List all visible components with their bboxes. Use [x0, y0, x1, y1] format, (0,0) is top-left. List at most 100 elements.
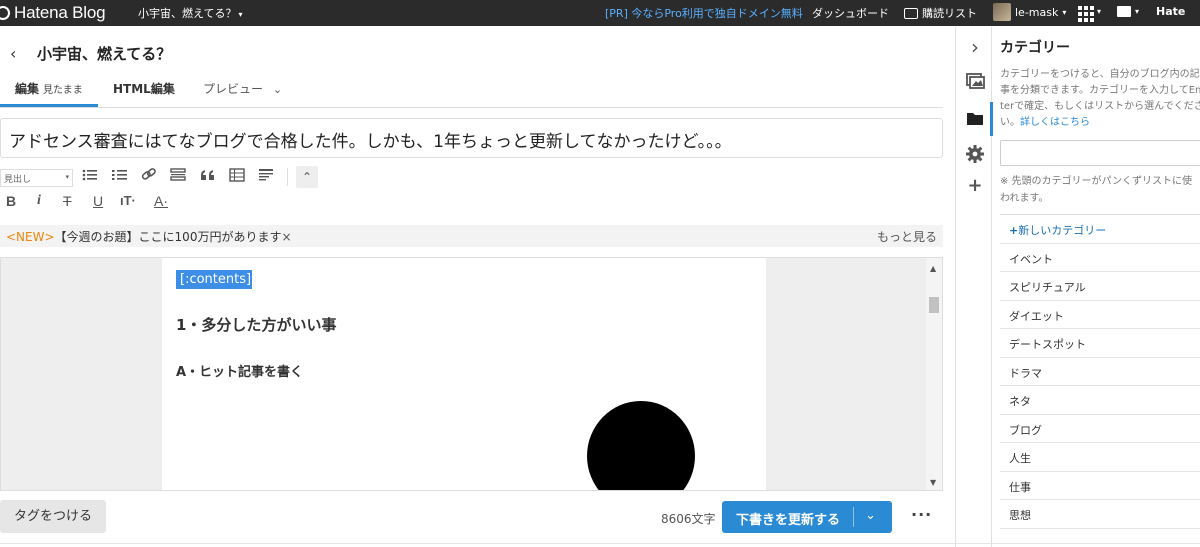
save-draft-button[interactable]: 下書きを更新する ⌄ [722, 501, 892, 533]
add-icon[interactable]: + [965, 175, 985, 196]
close-icon[interactable]: × [281, 230, 291, 244]
chevron-right-icon[interactable]: › [965, 35, 985, 59]
bold-button[interactable]: B [6, 193, 16, 209]
tab-edit[interactable]: 編集 見たまま [15, 80, 83, 97]
category-note: ※ 先頭のカテゴリーがパンくずリストに使 われます。 [1000, 173, 1192, 207]
apps-grid-icon[interactable] [1078, 6, 1094, 22]
editor-mode-tabs: 編集 見たまま HTML編集 プレビュー ⌄ [0, 76, 943, 108]
toolbar-divider [287, 168, 288, 186]
avatar [993, 3, 1011, 21]
notification-icon[interactable] [1117, 6, 1131, 17]
category-description: カテゴリーをつけると、自分のブログ内の記 事を分類できます。カテゴリーを入力して… [1000, 67, 1200, 131]
description-line: カテゴリーをつけると、自分のブログ内の記 [1000, 69, 1200, 80]
tab-edit-label: 編集 [15, 82, 40, 96]
add-tag-button[interactable]: タグをつける [0, 500, 106, 533]
category-input[interactable] [1000, 140, 1200, 166]
save-draft-label: 下書きを更新する [736, 513, 841, 528]
entry-title-input[interactable]: アドセンス審査にはてなブログで合格した件。しかも、1年ちょっと更新してなかったけ… [0, 118, 943, 158]
button-divider [853, 507, 854, 527]
collapse-toolbar-button[interactable]: ⌃ [296, 166, 318, 188]
topic-link[interactable]: 【今週のお題】ここに100万円があります [55, 230, 282, 244]
category-item[interactable]: デートスポット [1000, 329, 1200, 358]
description-line: 事を分類できます。カテゴリーを入力してEn [1000, 85, 1200, 96]
help-link[interactable]: 詳しくはこちら [1020, 117, 1090, 128]
dashboard-link[interactable]: ダッシュボード [812, 5, 889, 21]
footnote-icon[interactable] [258, 168, 274, 182]
numbered-list-icon[interactable] [112, 168, 128, 182]
pro-promo-link[interactable]: [PR] 今ならPro利用で独自ドメイン無料 [605, 5, 803, 21]
hatena-logo-icon [0, 6, 10, 20]
new-category-label: 新しいカテゴリー [1018, 224, 1107, 237]
weekly-topic-banner: <NEW>【今週のお題】ここに100万円があります× もっと見る [0, 225, 943, 247]
category-item[interactable]: ブログ [1000, 415, 1200, 443]
chevron-down-icon[interactable]: ⌄ [865, 508, 876, 523]
folder-icon[interactable] [965, 109, 985, 127]
category-item[interactable]: 人生 [1000, 443, 1200, 472]
logo-text: Hatena Blog [14, 3, 106, 22]
body-heading-1[interactable]: 1・多分した方がいい事 [176, 314, 336, 335]
category-item[interactable]: ドラマ [1000, 358, 1200, 386]
subscription-label: 購読リスト [922, 7, 977, 20]
italic-button[interactable]: i [37, 193, 41, 209]
more-break-icon[interactable] [170, 167, 186, 183]
category-list: +新しいカテゴリー イベント スピリチュアル ダイエット デートスポット ドラマ… [1000, 214, 1200, 529]
reader-icon [904, 7, 918, 19]
see-more-link[interactable]: もっと見る [877, 228, 937, 245]
category-item[interactable]: イベント [1000, 244, 1200, 272]
caret-down-icon: ▾ [1097, 7, 1102, 16]
editor-toolbar: 見出し ▾ ⌃ [0, 166, 940, 188]
embedded-image[interactable] [587, 401, 695, 490]
scroll-up-icon[interactable]: ▲ [930, 264, 936, 273]
more-options-button[interactable]: ··· [911, 505, 932, 524]
link-icon[interactable] [141, 167, 157, 183]
caret-down-icon: ▾ [238, 10, 243, 19]
heading-select[interactable]: 見出し ▾ [0, 169, 73, 187]
category-item[interactable]: 思想 [1000, 500, 1200, 529]
scroll-down-icon[interactable]: ▼ [930, 478, 936, 487]
category-item[interactable]: 仕事 [1000, 472, 1200, 500]
underline-button[interactable]: U [93, 193, 103, 209]
editor-scrollbar[interactable]: ▲ ▼ [926, 258, 942, 490]
font-size-button[interactable]: ıT· [120, 193, 136, 208]
tab-preview-label: プレビュー [203, 82, 264, 96]
caret-down-icon: ▾ [1135, 7, 1140, 16]
selected-contents-tag[interactable]: [:contents] [176, 270, 252, 289]
tab-preview[interactable]: プレビュー ⌄ [203, 80, 282, 97]
photo-icon[interactable] [965, 72, 985, 90]
bullet-list-icon[interactable] [82, 168, 98, 182]
category-item[interactable]: ネタ [1000, 386, 1200, 415]
user-menu[interactable]: le-mask ▾ [993, 3, 1066, 21]
chevron-down-icon: ⌄ [272, 83, 283, 96]
new-category-button[interactable]: +新しいカテゴリー [1000, 215, 1200, 244]
body-heading-2[interactable]: A・ヒット記事を書く [176, 361, 303, 380]
global-header: Hatena Blog 小宇宙、燃えてる？ ▾ [PR] 今ならPro利用で独自ド… [0, 0, 1200, 26]
hatena-blog-logo[interactable]: Hatena Blog [0, 0, 106, 26]
panel-title: カテゴリー [1000, 40, 1070, 56]
gear-icon[interactable] [965, 144, 985, 164]
description-line: terで確定、もしくはリストから選んでくださ [1000, 101, 1200, 112]
strikethrough-button[interactable]: T [63, 193, 72, 209]
tab-html[interactable]: HTML編集 [113, 80, 175, 97]
back-icon[interactable]: ‹ [10, 44, 16, 63]
category-panel: カテゴリー カテゴリーをつけると、自分のブログ内の記 事を分類できます。カテゴリ… [993, 27, 1200, 547]
page-title: 小宇宙、燃えてる？ [37, 45, 172, 63]
editor-page[interactable]: [:contents] 1・多分した方がいい事 A・ヒット記事を書く [162, 258, 766, 490]
sidebar-rail: › + [955, 27, 993, 547]
plus-icon: + [1009, 224, 1019, 237]
category-item[interactable]: ダイエット [1000, 301, 1200, 329]
heading-select-value: 見出し [4, 175, 32, 185]
category-item[interactable]: スピリチュアル [1000, 272, 1200, 301]
username: le-mask [1015, 5, 1059, 19]
table-icon[interactable] [229, 168, 245, 182]
blog-name-menu[interactable]: 小宇宙、燃えてる？ ▾ [138, 5, 242, 21]
subscription-list-link[interactable]: 購読リスト [904, 5, 977, 21]
blog-name: 小宇宙、燃えてる？ [138, 7, 237, 20]
hatena-menu[interactable]: Hate [1156, 5, 1185, 18]
text-color-button[interactable]: A· [154, 193, 168, 209]
note-line: われます。 [1000, 193, 1049, 204]
wysiwyg-editor[interactable]: [:contents] 1・多分した方がいい事 A・ヒット記事を書く ▲ ▼ [0, 257, 943, 491]
new-badge: <NEW> [6, 230, 55, 244]
scrollbar-thumb[interactable] [929, 297, 939, 313]
active-tab-indicator [0, 104, 98, 107]
quote-icon[interactable] [200, 168, 216, 182]
